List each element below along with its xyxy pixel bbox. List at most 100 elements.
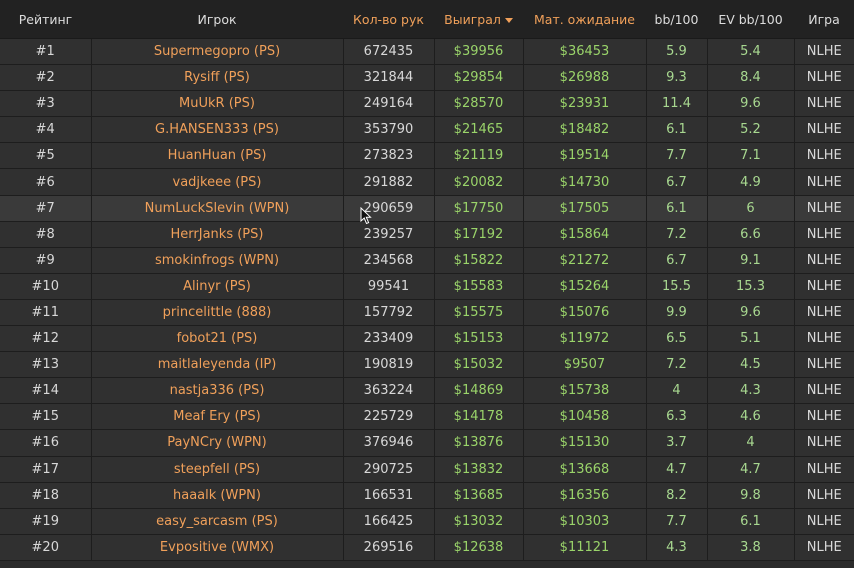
- cell-player[interactable]: HuanHuan (PS): [91, 142, 344, 170]
- table-row[interactable]: #12 fobot21 (PS) 233409 $15153 $11972 6.5 5.1 N…: [0, 325, 854, 353]
- cell-game: NLHE: [794, 116, 854, 144]
- table-row[interactable]: #18 haaalk (WPN) 166531 $13685 $16356 8.2 9.8 N…: [0, 482, 854, 509]
- cell-game: NLHE: [794, 90, 854, 118]
- cell-won: $12638: [434, 534, 524, 561]
- cell-hands: 225729: [343, 403, 435, 431]
- cell-bb100: 7.2: [646, 351, 708, 379]
- cell-player[interactable]: HerrJanks (PS): [91, 221, 344, 248]
- cell-hands: 321844: [343, 64, 435, 92]
- table-row[interactable]: #14 nastja336 (PS) 363224 $14869 $15738 4 4.3 N…: [0, 377, 854, 405]
- column-header-rank[interactable]: Рейтинг: [0, 0, 91, 39]
- cell-hands: 249164: [343, 90, 435, 118]
- cell-won: $14178: [434, 403, 524, 431]
- table-row[interactable]: #16 PayNCry (WPN) 376946 $13876 $15130 3.7 4 NL…: [0, 429, 854, 457]
- table-row[interactable]: #13 maitlaleyenda (IP) 190819 $15032 $9507 7.…: [0, 351, 854, 379]
- table-row[interactable]: #4 G.HANSEN333 (PS) 353790 $21465 $18482 6.1 5…: [0, 116, 854, 144]
- cell-player[interactable]: Alinyr (PS): [91, 273, 344, 300]
- cell-won: $13876: [434, 429, 524, 457]
- table-row[interactable]: #2 Rysiff (PS) 321844 $29854 $26988 9.3 8.4 NLH…: [0, 64, 854, 92]
- cell-rank: #3: [0, 90, 92, 118]
- cell-player[interactable]: vadjkeee (PS): [91, 168, 344, 196]
- table-row[interactable]: #1 Supermegopro (PS) 672435 $39956 $36453 5.9…: [0, 38, 854, 66]
- cell-bb100: 6.1: [646, 116, 708, 144]
- table-row[interactable]: #15 Meaf Ery (PS) 225729 $14178 $10458 6.3 4.6…: [0, 403, 854, 431]
- cell-won: $13685: [434, 482, 524, 509]
- cell-bb100: 7.7: [646, 142, 708, 170]
- cell-rank: #18: [0, 482, 92, 509]
- cell-player[interactable]: steepfell (PS): [91, 456, 344, 483]
- cell-rank: #11: [0, 299, 92, 327]
- cell-bb100: 6.7: [646, 168, 708, 196]
- cell-rank: #6: [0, 168, 92, 196]
- table-row[interactable]: #8 HerrJanks (PS) 239257 $17192 $15864 7.2 6.6…: [0, 221, 854, 248]
- cell-player[interactable]: haaalk (WPN): [91, 482, 344, 509]
- table-row[interactable]: #9 smokinfrogs (WPN) 234568 $15822 $21272 6.7…: [0, 247, 854, 274]
- cell-ev: $14730: [523, 168, 647, 196]
- cell-ev: $36453: [523, 38, 647, 66]
- cell-player[interactable]: easy_sarcasm (PS): [91, 508, 344, 535]
- cell-bb100: 6.3: [646, 403, 708, 431]
- cell-rank: #12: [0, 325, 92, 353]
- cell-bb100: 6.5: [646, 325, 708, 353]
- cell-player[interactable]: Meaf Ery (PS): [91, 403, 344, 431]
- cell-player[interactable]: Supermegopro (PS): [91, 38, 344, 66]
- cell-rank: #16: [0, 429, 92, 457]
- cell-ev: $10303: [523, 508, 647, 535]
- table-row[interactable]: #17 steepfell (PS) 290725 $13832 $13668 4.7 4.…: [0, 456, 854, 483]
- cell-player[interactable]: G.HANSEN333 (PS): [91, 116, 344, 144]
- cell-player[interactable]: Evpositive (WMX): [91, 534, 344, 561]
- cell-won: $29854: [434, 64, 524, 92]
- cell-hands: 157792: [343, 299, 435, 327]
- cell-game: NLHE: [794, 482, 854, 509]
- cell-player[interactable]: PayNCry (WPN): [91, 429, 344, 457]
- cell-bb100: 6.1: [646, 195, 708, 222]
- cell-ev: $15264: [523, 273, 647, 300]
- table-row[interactable]: #10 Alinyr (PS) 99541 $15583 $15264 15.5 15.3 N…: [0, 273, 854, 300]
- cell-player[interactable]: princelittle (888): [91, 299, 344, 327]
- cell-ev: $23931: [523, 90, 647, 118]
- cell-game: NLHE: [794, 273, 854, 300]
- cell-hands: 672435: [343, 38, 435, 66]
- cell-ev: $21272: [523, 247, 647, 274]
- cell-player[interactable]: MuUkR (PS): [91, 90, 344, 118]
- cell-player[interactable]: nastja336 (PS): [91, 377, 344, 405]
- table-row[interactable]: #5 HuanHuan (PS) 273823 $21119 $19514 7.7 7.1 N…: [0, 142, 854, 170]
- cell-ev-bb100: 7.1: [707, 142, 795, 170]
- cell-ev-bb100: 6.1: [707, 508, 795, 535]
- table-row[interactable]: #7 NumLuckSlevin (WPN) 290659 $17750 $17505 6…: [0, 195, 854, 222]
- cell-won: $15583: [434, 273, 524, 300]
- table-row[interactable]: #6 vadjkeee (PS) 291882 $20082 $14730 6.7 4.9 N…: [0, 168, 854, 196]
- cell-won: $14869: [434, 377, 524, 405]
- column-header-bb100[interactable]: bb/100: [646, 0, 707, 39]
- cell-won: $21465: [434, 116, 524, 144]
- column-header-hands[interactable]: Кол-во рук: [343, 0, 434, 39]
- table-row[interactable]: #19 easy_sarcasm (PS) 166425 $13032 $10303 7.…: [0, 508, 854, 535]
- table-row[interactable]: #3 MuUkR (PS) 249164 $28570 $23931 11.4 9.6 NLH…: [0, 90, 854, 118]
- cell-bb100: 11.4: [646, 90, 708, 118]
- cell-won: $15032: [434, 351, 524, 379]
- cell-ev: $19514: [523, 142, 647, 170]
- cell-bb100: 4.3: [646, 534, 708, 561]
- cell-hands: 290725: [343, 456, 435, 483]
- table-row[interactable]: #20 Evpositive (WMX) 269516 $12638 $11121 4.3…: [0, 534, 854, 561]
- cell-player[interactable]: Rysiff (PS): [91, 64, 344, 92]
- cell-ev: $17505: [523, 195, 647, 222]
- column-header-game[interactable]: Игра: [794, 0, 854, 39]
- column-header-player[interactable]: Игрок: [91, 0, 343, 39]
- cell-player[interactable]: smokinfrogs (WPN): [91, 247, 344, 274]
- column-header-won[interactable]: Выиграл: [434, 0, 523, 39]
- cell-hands: 166425: [343, 508, 435, 535]
- column-header-ev[interactable]: Мат. ожидание: [523, 0, 646, 39]
- cell-player[interactable]: NumLuckSlevin (WPN): [91, 195, 344, 222]
- cell-hands: 234568: [343, 247, 435, 274]
- cell-rank: #17: [0, 456, 92, 483]
- cell-won: $17192: [434, 221, 524, 248]
- cell-ev: $15076: [523, 299, 647, 327]
- cell-won: $28570: [434, 90, 524, 118]
- cell-player[interactable]: fobot21 (PS): [91, 325, 344, 353]
- cell-ev-bb100: 9.1: [707, 247, 795, 274]
- cell-ev: $26988: [523, 64, 647, 92]
- cell-player[interactable]: maitlaleyenda (IP): [91, 351, 344, 379]
- column-header-ev-bb100[interactable]: EV bb/100: [707, 0, 794, 39]
- table-row[interactable]: #11 princelittle (888) 157792 $15575 $15076 9…: [0, 299, 854, 327]
